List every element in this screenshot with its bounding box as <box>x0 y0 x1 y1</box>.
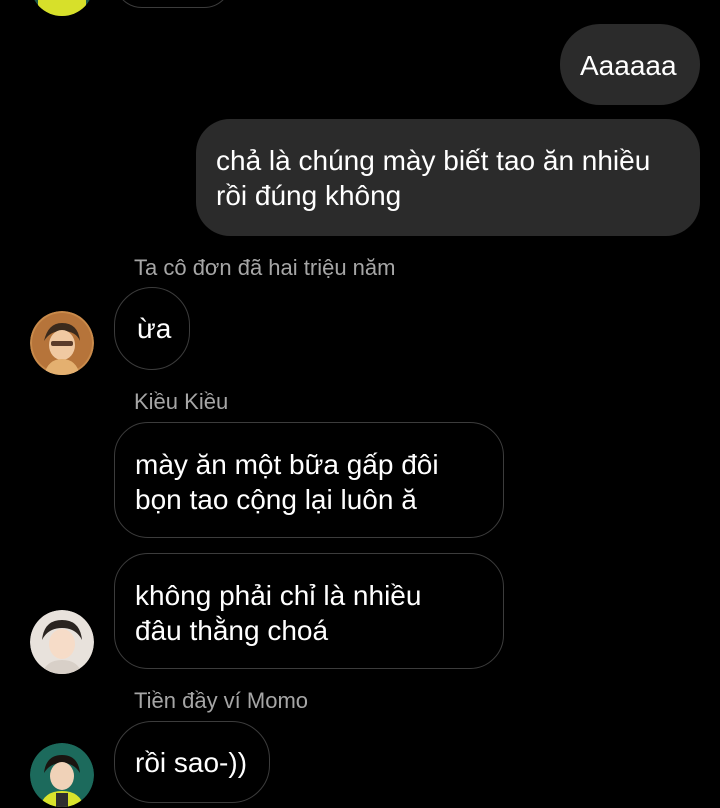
message-bubble-outgoing[interactable]: chả là chúng mày biết tao ăn nhiều rồi đ… <box>196 119 700 236</box>
message-text: không phải chỉ là nhiều <box>135 580 422 611</box>
message-text: đâu thằng choá <box>135 615 329 646</box>
avatar[interactable] <box>30 743 94 807</box>
message-text: bọn tao cộng lại luôn ă <box>135 484 417 515</box>
avatar[interactable] <box>30 610 94 674</box>
message-text: chả là chúng mày biết tao ăn nhiều <box>216 145 651 176</box>
sender-name: Tiền đầy ví Momo <box>134 688 309 713</box>
message-text: ừa <box>137 313 172 344</box>
message-bubble-incoming[interactable]: ừa <box>114 287 190 370</box>
user-avatar-icon <box>34 0 90 16</box>
user-avatar-icon <box>30 610 94 674</box>
message-text: mày ăn một bữa gấp đôi <box>135 449 439 480</box>
message-text: rồi sao-)) <box>135 747 248 778</box>
message-bubble-outgoing[interactable]: Aaaaaa <box>560 24 700 105</box>
avatar-partial-top[interactable] <box>30 0 94 16</box>
message-bubble-incoming[interactable]: mày ăn một bữa gấp đôi bọn tao cộng lại … <box>114 422 504 538</box>
sender-name: Ta cô đơn đã hai triệu năm <box>134 255 396 280</box>
sender-name: Kiều Kiều <box>134 389 229 414</box>
message-text: rồi đúng không <box>216 180 402 211</box>
avatar[interactable] <box>30 311 94 375</box>
message-bubble-incoming[interactable]: không phải chỉ là nhiều đâu thằng choá <box>114 553 504 669</box>
user-avatar-icon <box>30 743 94 807</box>
message-bubble-partial[interactable] <box>114 0 232 8</box>
message-bubble-incoming[interactable]: rồi sao-)) <box>114 721 270 803</box>
user-avatar-icon <box>30 311 94 375</box>
message-text: Aaaaaa <box>580 50 677 81</box>
